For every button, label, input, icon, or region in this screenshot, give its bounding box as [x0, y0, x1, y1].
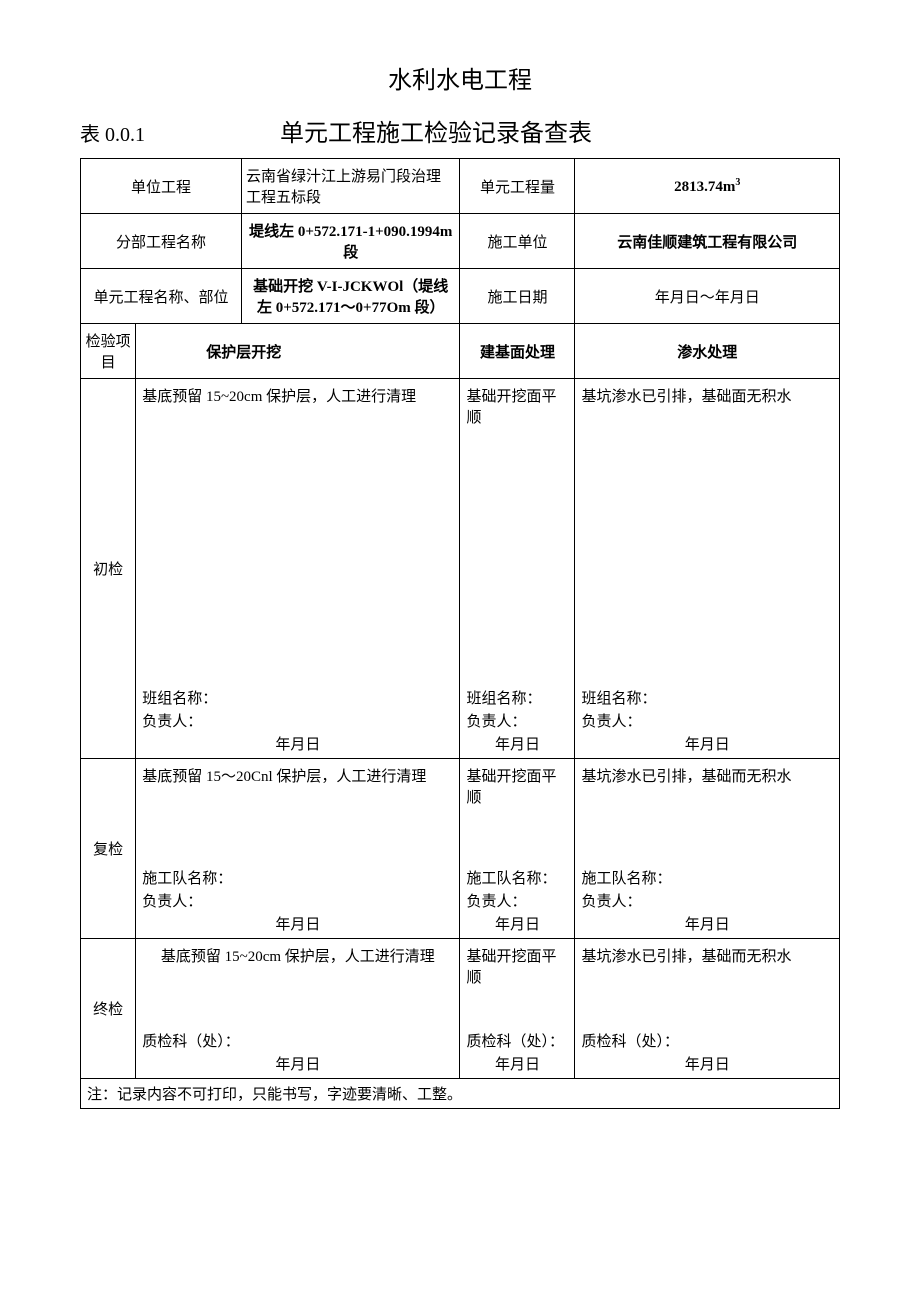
date-label: 年月日: [142, 913, 453, 934]
note-text: 注：记录内容不可打印，只能书写，字迹要清晰、工整。: [81, 1079, 840, 1109]
initial-col2: 基础开挖面平顺 班组名称： 负责人： 年月日: [460, 379, 575, 759]
final-col3-text: 基坑渗水已引排，基础而无积水: [581, 945, 833, 966]
person-label: 负责人：: [581, 890, 833, 911]
label-subdiv: 分部工程名称: [81, 214, 242, 269]
recheck-col3: 基坑渗水已引排，基础而无积水 施工队名称： 负责人： 年月日: [575, 759, 840, 939]
recheck-col2-sign: 施工队名称： 负责人： 年月日: [466, 865, 568, 934]
col-header-2: 建基面处理: [460, 324, 575, 379]
qc-dept-label: 质检科（处）：: [581, 1030, 833, 1051]
final-col3-sign: 质检科（处）： 年月日: [581, 1028, 833, 1074]
initial-col2-sign: 班组名称： 负责人： 年月日: [466, 685, 568, 754]
row-recheck: 复检 基底预留 15～20Cnl 保护层，人工进行清理 施工队名称： 负责人： …: [81, 759, 840, 939]
initial-col2-text: 基础开挖面平顺: [466, 385, 568, 427]
label-insp-item: 检验项目: [81, 324, 136, 379]
value-unit-name-pos: 基础开挖 V-I-JCKWOl（堤线左 0+572.171～0+77Om 段）: [242, 269, 460, 324]
label-final: 终检: [81, 939, 136, 1079]
label-recheck: 复检: [81, 759, 136, 939]
date-label: 年月日: [581, 733, 833, 754]
col-header-1: 保护层开挖: [136, 324, 460, 379]
label-unit-project: 单位工程: [81, 159, 242, 214]
date-label: 年月日: [581, 1053, 833, 1074]
label-unit-qty: 单元工程量: [460, 159, 575, 214]
initial-col3-sign: 班组名称： 负责人： 年月日: [581, 685, 833, 754]
recheck-col2: 基础开挖面平顺 施工队名称： 负责人： 年月日: [460, 759, 575, 939]
crew-name-label: 施工队名称：: [466, 867, 568, 888]
final-col3: 基坑渗水已引排，基础而无积水 质检科（处）： 年月日: [575, 939, 840, 1079]
row-unit-name: 单元工程名称、部位 基础开挖 V-I-JCKWOl（堤线左 0+572.171～…: [81, 269, 840, 324]
crew-name-label: 施工队名称：: [581, 867, 833, 888]
team-name-label: 班组名称：: [466, 687, 568, 708]
team-name-label: 班组名称：: [581, 687, 833, 708]
value-subdiv: 堤线左 0+572.171-1+090.1994m 段: [242, 214, 460, 269]
recheck-col3-text: 基坑渗水已引排，基础而无积水: [581, 765, 833, 786]
qc-dept-label: 质检科（处）：: [466, 1030, 568, 1051]
initial-col1-sign: 班组名称： 负责人： 年月日: [142, 685, 453, 754]
date-label: 年月日: [466, 733, 568, 754]
recheck-col1: 基底预留 15～20Cnl 保护层，人工进行清理 施工队名称： 负责人： 年月日: [136, 759, 460, 939]
date-label: 年月日: [466, 1053, 568, 1074]
final-col1: 基底预留 15~20cm 保护层，人工进行清理 质检科（处）： 年月日: [136, 939, 460, 1079]
recheck-col1-text: 基底预留 15～20Cnl 保护层，人工进行清理: [142, 765, 453, 786]
row-unit-project: 单位工程 云南省绿汁江上游易门段治理工程五标段 单元工程量 2813.74m3: [81, 159, 840, 214]
team-name-label: 班组名称：: [142, 687, 453, 708]
person-label: 负责人：: [142, 890, 453, 911]
label-constr-unit: 施工单位: [460, 214, 575, 269]
initial-col1-text: 基底预留 15~20cm 保护层，人工进行清理: [142, 385, 453, 406]
final-col1-text: 基底预留 15~20cm 保护层，人工进行清理: [142, 945, 453, 966]
value-constr-date: 年月日～年月日: [575, 269, 840, 324]
recheck-col1-sign: 施工队名称： 负责人： 年月日: [142, 865, 453, 934]
person-label: 负责人：: [466, 890, 568, 911]
initial-col3-text: 基坑渗水已引排，基础面无积水: [581, 385, 833, 406]
title-row: 表 0.0.1 单元工程施工检验记录备查表: [80, 113, 840, 148]
value-unit-project: 云南省绿汁江上游易门段治理工程五标段: [242, 159, 460, 214]
label-unit-name-pos: 单元工程名称、部位: [81, 269, 242, 324]
qc-dept-label: 质检科（处）：: [142, 1030, 453, 1051]
initial-col3: 基坑渗水已引排，基础面无积水 班组名称： 负责人： 年月日: [575, 379, 840, 759]
recheck-col3-sign: 施工队名称： 负责人： 年月日: [581, 865, 833, 934]
value-constr-unit: 云南佳顺建筑工程有限公司: [575, 214, 840, 269]
value-unit-qty: 2813.74m3: [575, 159, 840, 214]
row-final: 终检 基底预留 15~20cm 保护层，人工进行清理 质检科（处）： 年月日 基…: [81, 939, 840, 1079]
date-label: 年月日: [142, 1053, 453, 1074]
person-label: 负责人：: [581, 710, 833, 731]
doc-title-1: 水利水电工程: [80, 60, 840, 95]
doc-title-2: 单元工程施工检验记录备查表: [280, 113, 592, 148]
person-label: 负责人：: [466, 710, 568, 731]
row-initial: 初检 基底预留 15~20cm 保护层，人工进行清理 班组名称： 负责人： 年月…: [81, 379, 840, 759]
col-header-3: 渗水处理: [575, 324, 840, 379]
date-label: 年月日: [142, 733, 453, 754]
recheck-col2-text: 基础开挖面平顺: [466, 765, 568, 807]
final-col2-sign: 质检科（处）： 年月日: [466, 1028, 568, 1074]
label-constr-date: 施工日期: [460, 269, 575, 324]
row-subdiv: 分部工程名称 堤线左 0+572.171-1+090.1994m 段 施工单位 …: [81, 214, 840, 269]
row-insp-header: 检验项目 保护层开挖 建基面处理 渗水处理: [81, 324, 840, 379]
row-note: 注：记录内容不可打印，只能书写，字迹要清晰、工整。: [81, 1079, 840, 1109]
person-label: 负责人：: [142, 710, 453, 731]
main-table: 单位工程 云南省绿汁江上游易门段治理工程五标段 单元工程量 2813.74m3 …: [80, 158, 840, 1109]
date-label: 年月日: [466, 913, 568, 934]
table-number: 表 0.0.1: [80, 118, 280, 147]
final-col2: 基础开挖面平顺 质检科（处）： 年月日: [460, 939, 575, 1079]
final-col1-sign: 质检科（处）： 年月日: [142, 1028, 453, 1074]
label-initial: 初检: [81, 379, 136, 759]
initial-col1: 基底预留 15~20cm 保护层，人工进行清理 班组名称： 负责人： 年月日: [136, 379, 460, 759]
final-col2-text: 基础开挖面平顺: [466, 945, 568, 987]
crew-name-label: 施工队名称：: [142, 867, 453, 888]
date-label: 年月日: [581, 913, 833, 934]
